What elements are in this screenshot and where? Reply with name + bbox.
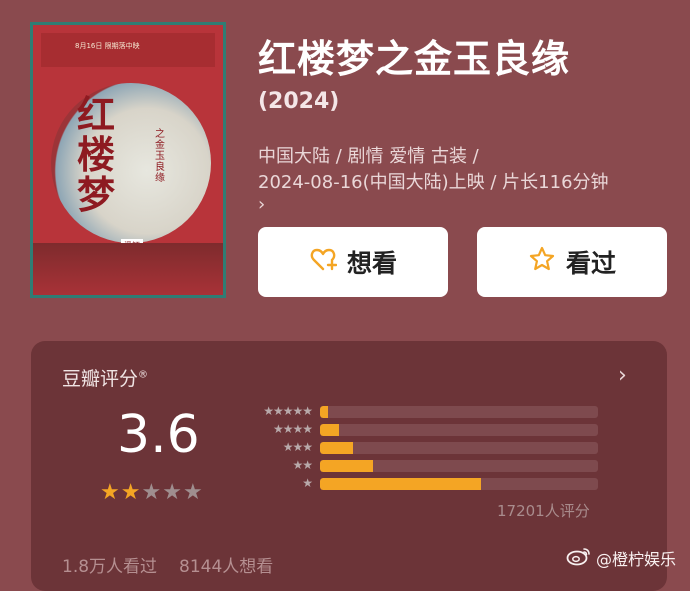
rating-detail-arrow-icon[interactable]: › <box>618 363 627 388</box>
movie-title: 红楼梦之金玉良缘 <box>258 37 571 81</box>
weibo-icon <box>566 546 592 570</box>
seen-want-counts: 1.8万人看过 8144人想看 <box>62 552 273 577</box>
want-count: 8144人想看 <box>179 557 274 577</box>
star-filled-icon: ★ <box>120 480 142 505</box>
rating-score: 3.6 <box>117 405 200 465</box>
rating-row-stars-label: ★ <box>302 476 313 490</box>
rating-bar-fill <box>320 478 482 490</box>
poster-calligraphy-title: 红 楼 梦 <box>77 92 116 217</box>
rating-section-title: 豆瓣评分® <box>62 368 149 390</box>
ratings-count: 17201人评分 <box>497 502 590 520</box>
movie-year: (2024) <box>258 89 340 114</box>
rating-stars: ★★★★★ <box>100 480 204 505</box>
poster-top-text: 8月16日 限期落中映 <box>75 42 140 50</box>
rating-row-stars-label: ★★★ <box>282 440 313 454</box>
rating-row-stars-label: ★★★★★ <box>263 404 313 418</box>
watermark: @橙柠娱乐 <box>566 546 676 570</box>
watched-button[interactable]: 看过 <box>477 227 667 297</box>
watched-label: 看过 <box>565 249 616 278</box>
want-to-watch-label: 想看 <box>346 249 397 278</box>
rating-bar-track <box>320 460 598 472</box>
rating-bar-track <box>320 442 598 454</box>
seen-count: 1.8万人看过 <box>62 557 158 577</box>
poster-moon-circle <box>51 83 211 243</box>
meta-genres: 中国大陆 / 剧情 爱情 古装 / <box>258 146 479 167</box>
movie-meta[interactable]: 中国大陆 / 剧情 爱情 古装 / 2024-08-16(中国大陆)上映 / 片… <box>258 144 668 218</box>
star-empty-icon: ★ <box>182 480 204 505</box>
rating-bar-track <box>320 424 598 436</box>
rating-row-stars-label: ★★★★ <box>272 422 313 436</box>
poster-subtitle: 之金玉良缘 <box>155 129 165 184</box>
meta-release: 2024-08-16(中国大陆)上映 / 片长116分钟 <box>258 172 609 193</box>
rating-bar-fill <box>320 460 373 472</box>
rating-bar-track <box>320 406 598 418</box>
registered-mark: ® <box>138 369 149 381</box>
watermark-text: @橙柠娱乐 <box>596 550 677 569</box>
star-icon <box>528 245 556 279</box>
rating-bar-fill <box>320 442 354 454</box>
rating-row-stars-label: ★★ <box>292 458 313 472</box>
want-to-watch-button[interactable]: 想看 <box>258 227 448 297</box>
rating-bar-fill <box>320 424 340 436</box>
star-filled-icon: ★ <box>100 480 121 505</box>
heart-plus-icon <box>309 245 338 279</box>
rating-bar-track <box>320 478 598 490</box>
star-empty-icon: ★ <box>162 480 183 505</box>
star-empty-icon: ★ <box>141 480 163 505</box>
poster-footer-figures <box>33 243 223 295</box>
rating-bar-fill <box>320 406 329 418</box>
movie-poster[interactable]: 8月16日 限期落中映 红 楼 梦 之金玉良缘 泽钰 <box>30 22 226 298</box>
